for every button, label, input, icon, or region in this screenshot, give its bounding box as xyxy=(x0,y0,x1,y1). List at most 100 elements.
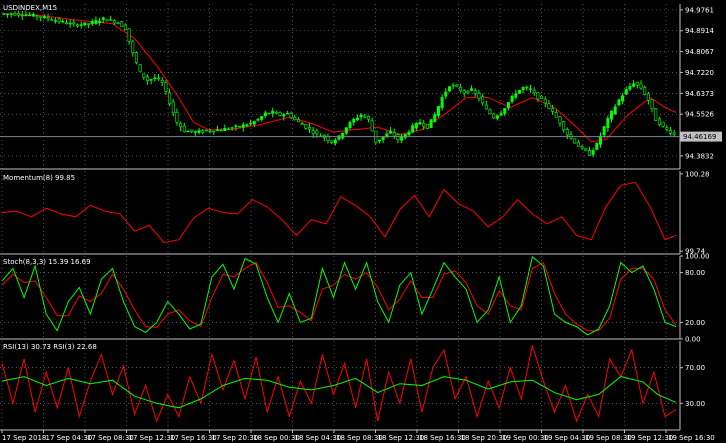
candle-body xyxy=(425,123,429,129)
y-tick-label: 0.00 xyxy=(685,336,701,344)
candle-body xyxy=(363,115,367,118)
candle-body xyxy=(506,102,510,109)
candle-body xyxy=(64,22,68,25)
candle-body xyxy=(304,124,308,129)
candle-body xyxy=(300,123,304,126)
candle-body xyxy=(459,86,463,92)
candle-body xyxy=(57,18,61,23)
candle-body xyxy=(105,19,109,22)
candle[interactable] xyxy=(374,130,378,145)
candle-body xyxy=(24,14,28,17)
candle-body xyxy=(657,118,661,126)
candle-body xyxy=(72,22,76,25)
candle-body xyxy=(470,88,474,91)
candle-body xyxy=(455,84,459,87)
x-tick-label: 17 Sep 08:30 xyxy=(87,434,134,442)
candle-body xyxy=(245,124,249,127)
candle[interactable] xyxy=(2,13,6,15)
x-tick-label: 19 Sep 12:30 xyxy=(627,434,674,442)
candle-body xyxy=(274,112,278,114)
candle[interactable] xyxy=(573,138,577,144)
candle-body xyxy=(440,97,444,108)
candle-body xyxy=(160,80,164,83)
candle-body xyxy=(370,120,374,132)
candle-body xyxy=(444,91,448,97)
candle-body xyxy=(68,22,72,25)
candle-body xyxy=(197,130,201,133)
candle-body xyxy=(451,84,455,87)
x-tick-label: 18 Sep 12:30 xyxy=(378,434,425,442)
y-tick-label: 94.8914 xyxy=(685,27,714,35)
trading-chart[interactable]: 94.9761 94.8914 94.8067 94.7220 94.6373 94.55… xyxy=(0,0,726,443)
candle[interactable] xyxy=(517,89,521,94)
candle[interactable] xyxy=(120,20,124,27)
candle-body xyxy=(123,24,127,31)
candle-body xyxy=(142,73,146,78)
y-tick-label: 100.00 xyxy=(685,253,710,261)
candle-body xyxy=(193,131,197,133)
x-tick-label: 19 Sep 00:30 xyxy=(502,434,549,442)
candle-body xyxy=(6,13,10,15)
candle-body xyxy=(127,28,131,42)
stochastic-label: Stoch(8,3,3) 15.39 16.69 xyxy=(3,258,91,266)
candle[interactable] xyxy=(425,123,429,130)
candle-body xyxy=(429,119,433,129)
candle[interactable] xyxy=(105,19,109,22)
candle[interactable] xyxy=(617,98,621,106)
candle-body xyxy=(558,116,562,124)
candle-body xyxy=(227,128,231,130)
candle-body xyxy=(562,121,566,131)
candle-body xyxy=(333,139,337,144)
candle-body xyxy=(175,112,179,123)
candle-body xyxy=(359,114,363,118)
candle-body xyxy=(495,115,499,119)
candle-body xyxy=(355,117,359,121)
candle[interactable] xyxy=(429,119,433,129)
candle[interactable] xyxy=(654,107,658,121)
candle-body xyxy=(179,123,183,128)
candle-body xyxy=(392,132,396,137)
candle-body xyxy=(35,15,39,18)
candle-body xyxy=(510,95,514,102)
candle-body xyxy=(517,89,521,94)
candle-body xyxy=(536,92,540,100)
candle-body xyxy=(53,20,57,22)
candle-body xyxy=(256,119,260,121)
candle[interactable] xyxy=(267,112,271,115)
candle-body xyxy=(330,140,334,143)
candle-body xyxy=(503,108,507,114)
candle-body xyxy=(481,96,485,104)
candle[interactable] xyxy=(138,63,142,73)
x-tick-label: 18 Sep 04:30 xyxy=(295,434,342,442)
candle-body xyxy=(223,128,227,131)
candle[interactable] xyxy=(204,129,208,132)
candle-body xyxy=(186,130,190,133)
candle-body xyxy=(584,148,588,151)
candle-body xyxy=(234,125,238,127)
y-tick-label: 94.3832 xyxy=(685,152,714,160)
candle-body xyxy=(381,136,385,140)
candle-body xyxy=(587,150,591,156)
candle-body xyxy=(308,127,312,130)
candle[interactable] xyxy=(238,125,242,128)
candle-body xyxy=(411,125,415,133)
candle-body xyxy=(344,127,348,134)
candle-body xyxy=(50,19,54,21)
candle-body xyxy=(61,20,65,23)
y-tick-label: 94.9761 xyxy=(685,6,714,14)
candle-body xyxy=(182,125,186,133)
candle-body xyxy=(31,13,35,17)
candle-body xyxy=(525,86,529,89)
candle-body xyxy=(157,77,161,80)
x-tick-label: 19 Sep 16:30 xyxy=(668,434,715,442)
x-tick-label: 18 Sep 20:30 xyxy=(461,434,508,442)
candle[interactable] xyxy=(595,142,599,151)
x-tick-label: 17 Sep 20:30 xyxy=(212,434,259,442)
candle[interactable] xyxy=(134,51,138,65)
y-tick-label: 94.8067 xyxy=(685,48,714,56)
candle[interactable] xyxy=(492,112,496,119)
candle-body xyxy=(576,141,580,147)
candle-body xyxy=(551,108,555,112)
candle-body xyxy=(635,81,639,86)
candle-body xyxy=(632,83,636,87)
